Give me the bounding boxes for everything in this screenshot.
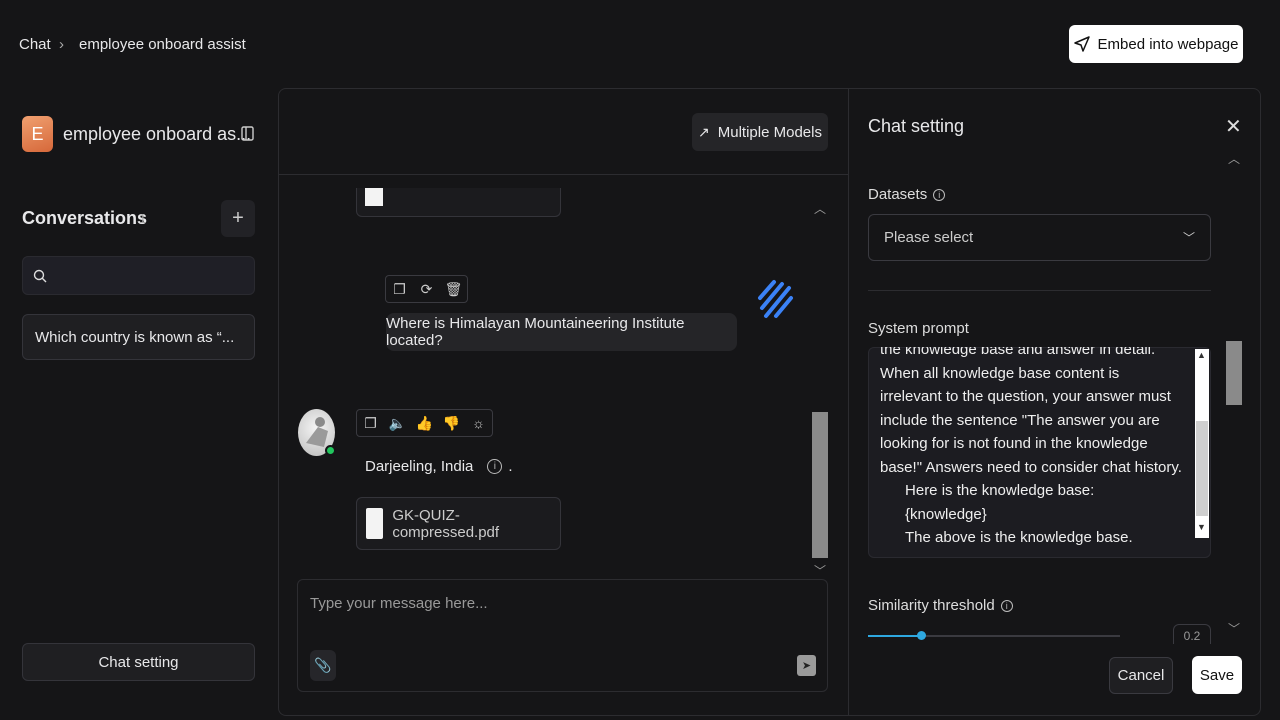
prompt-scroll-up-icon[interactable]: ▲	[1197, 350, 1206, 360]
bot-answer-text: Darjeeling, India	[365, 458, 474, 475]
similarity-slider-fill	[868, 635, 922, 637]
copy-icon[interactable]: ❐	[357, 410, 384, 436]
info-icon[interactable]: i	[1000, 600, 1013, 612]
similarity-number-input[interactable]: 0.2	[1173, 624, 1211, 644]
similarity-slider-handle[interactable]	[917, 631, 926, 640]
app-avatar: E	[22, 116, 53, 152]
breadcrumb-root[interactable]: Chat	[19, 36, 51, 53]
embed-button-label: Embed into webpage	[1097, 35, 1239, 53]
system-prompt-text: the knowledge base and answer in detail.…	[880, 347, 1182, 546]
bot-message-toolbar: ❐ 🔈 👍 👎 ☼	[356, 409, 493, 437]
chat-header-divider	[279, 174, 848, 175]
message-input-placeholder: Type your message here...	[310, 595, 488, 612]
chevron-down-icon: ﹀	[1182, 231, 1195, 245]
copy-icon[interactable]: ❐	[386, 276, 413, 302]
settings-divider	[868, 290, 1211, 291]
thumbs-up-icon[interactable]: 👍	[411, 410, 438, 436]
pdf-icon	[365, 188, 383, 206]
settings-title: Chat setting	[868, 116, 965, 136]
scroll-up-icon[interactable]: ︿	[814, 200, 826, 217]
new-conversation-button[interactable]: +	[221, 200, 255, 237]
conversations-title: Conversations	[22, 208, 148, 228]
conversations-count: 1	[139, 211, 147, 226]
chat-scrollbar-thumb[interactable]	[812, 412, 828, 558]
system-prompt-viewport: the knowledge base and answer in detail.…	[868, 347, 1195, 558]
lightbulb-icon[interactable]: ☼	[465, 410, 492, 436]
embed-button[interactable]: Embed into webpage	[1069, 25, 1243, 63]
settings-scrollbar-thumb[interactable]	[1226, 341, 1242, 405]
breadcrumb-current: employee onboard assist	[79, 36, 246, 53]
settings-scroll-down-icon[interactable]: ﹀	[1228, 620, 1240, 637]
close-icon[interactable]: ✕	[1225, 114, 1242, 139]
send-icon	[1073, 36, 1090, 52]
user-message: Where is Himalayan Mountaineering Instit…	[386, 313, 737, 351]
multiple-models-label: Multiple Models	[717, 123, 822, 141]
thumbs-down-icon[interactable]: 👎	[438, 410, 465, 436]
save-button[interactable]: Save	[1192, 656, 1242, 694]
info-icon[interactable]: i	[933, 189, 946, 201]
delete-icon[interactable]: 🗑	[440, 276, 467, 302]
attachment-card[interactable]: GK-QUIZ-compressed.pdf	[356, 497, 561, 550]
conversation-item[interactable]: Which country is known as “...	[22, 314, 255, 360]
pdf-icon	[366, 508, 384, 539]
user-avatar-icon	[756, 276, 794, 324]
send-message-icon[interactable]: ➤	[797, 655, 816, 676]
collapse-sidebar-icon[interactable]	[241, 126, 254, 145]
multiple-models-button[interactable]: ↗ Multiple Models	[692, 113, 828, 151]
search-input[interactable]	[22, 256, 255, 295]
speaker-icon[interactable]: 🔈	[384, 410, 411, 436]
chat-setting-button[interactable]: Chat setting	[22, 643, 255, 681]
datasets-select[interactable]: Please select ﹀	[868, 214, 1211, 261]
online-status-dot	[325, 445, 336, 456]
app-name: employee onboard as...	[63, 124, 252, 144]
bot-answer-suffix: .	[508, 458, 513, 475]
prompt-scroll-down-icon[interactable]: ▼	[1197, 522, 1206, 532]
previous-attachment-card[interactable]	[356, 188, 561, 217]
similarity-label: Similarity threshold	[868, 597, 995, 614]
datasets-label-row: Datasets i	[868, 186, 946, 203]
chevron-right-icon: ›	[59, 36, 64, 53]
regenerate-icon[interactable]: ⟳	[413, 276, 440, 302]
cancel-button[interactable]: Cancel	[1109, 657, 1173, 694]
attachment-name: GK-QUIZ-compressed.pdf	[392, 506, 500, 541]
paperclip-icon[interactable]: 📎	[310, 650, 336, 681]
similarity-label-row: Similarity threshold i	[868, 597, 1013, 614]
datasets-placeholder: Please select	[884, 229, 974, 246]
info-icon[interactable]: i	[487, 459, 503, 474]
datasets-label: Datasets	[868, 186, 928, 203]
settings-scroll-up-icon[interactable]: ︿	[1228, 150, 1240, 167]
bot-answer: Darjeeling, India i .	[365, 458, 513, 475]
user-message-toolbar: ❐ ⟳ 🗑	[385, 275, 468, 303]
system-prompt-scroll-thumb[interactable]	[1196, 421, 1208, 516]
search-icon	[33, 269, 47, 283]
scroll-down-icon[interactable]: ﹀	[814, 562, 826, 579]
system-prompt-label: System prompt	[868, 320, 969, 337]
arrow-up-right-icon: ↗	[698, 123, 710, 140]
